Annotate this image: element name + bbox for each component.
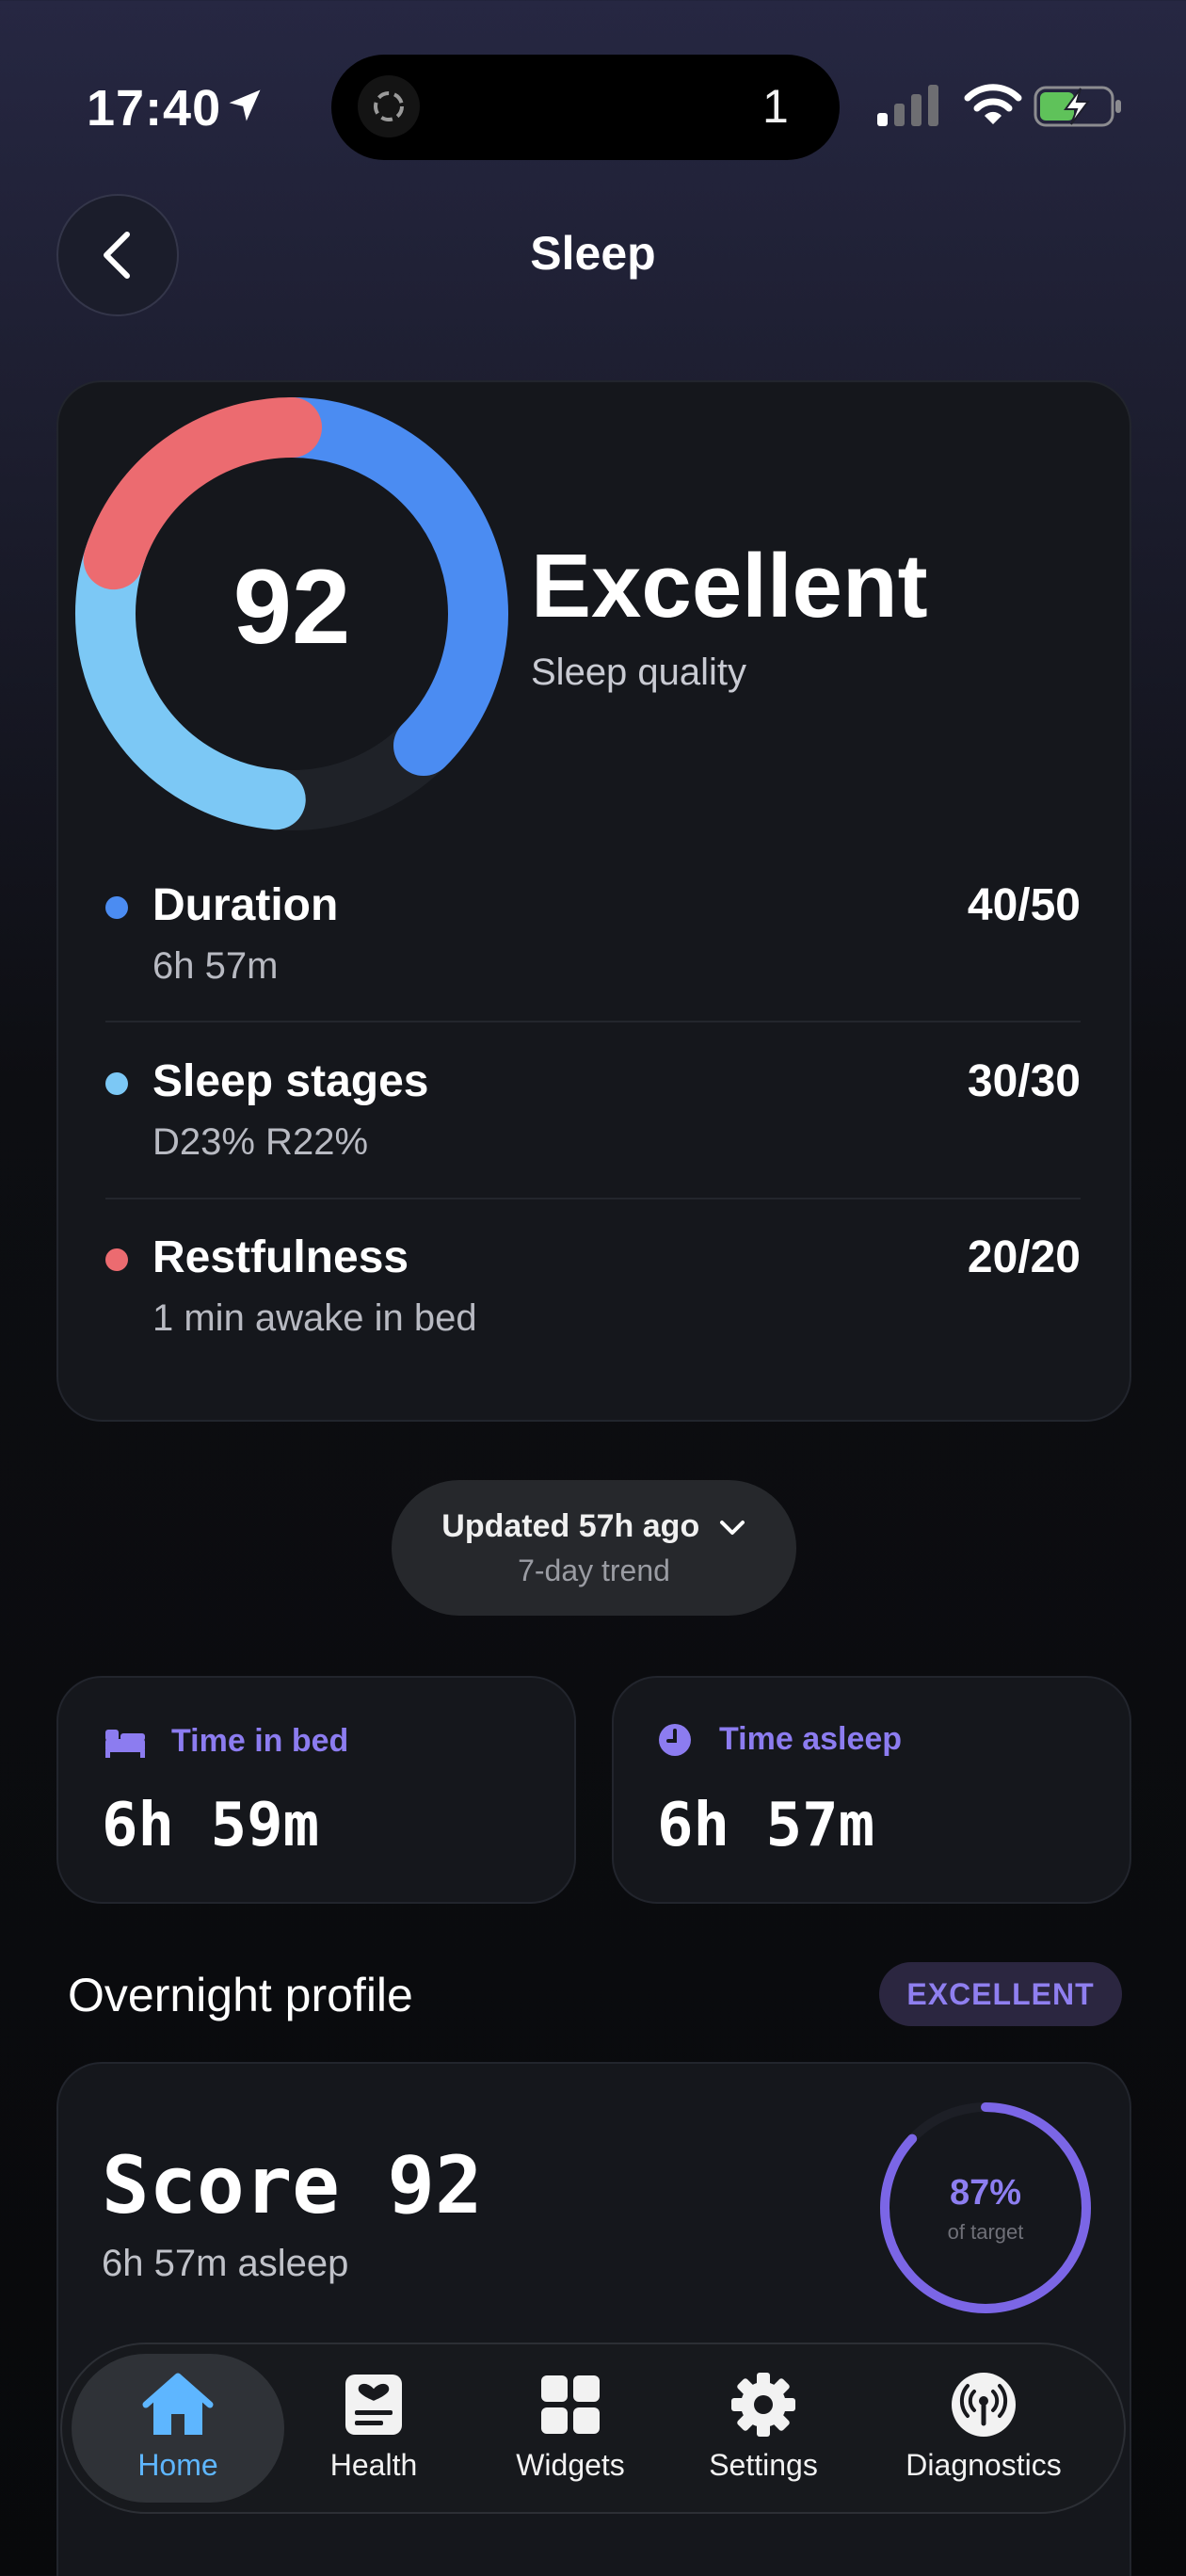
sleep-quality-label: Sleep quality (531, 652, 747, 693)
health-icon (345, 2375, 402, 2435)
wifi-icon (964, 84, 1022, 124)
profile-asleep: 6h 57m asleep (102, 2243, 349, 2284)
metric-detail: 1 min awake in bed (152, 1297, 477, 1339)
sleep-verdict: Excellent (531, 536, 928, 636)
metric-restfulness[interactable]: Restfulness 1 min awake in bed 20/20 (105, 1203, 1081, 1378)
cellular-signal-icon (877, 85, 938, 126)
status-badge: EXCELLENT (879, 1962, 1122, 2026)
tab-home[interactable]: Home (84, 2371, 272, 2483)
tile-label: Time in bed (171, 1723, 349, 1759)
metric-detail: 6h 57m (152, 945, 279, 987)
time-in-bed-header: Time in bed (104, 1723, 348, 1760)
chevron-down-icon (719, 1521, 745, 1536)
tab-label: Health (329, 2448, 418, 2482)
activity-indicator-icon (358, 75, 420, 137)
restfulness-dot (105, 1248, 128, 1271)
island-count: 1 (762, 80, 789, 133)
metric-duration[interactable]: Duration 6h 57m 40/50 (105, 851, 1081, 1026)
trend-label: 7-day trend (518, 1554, 670, 1587)
divider (105, 1198, 1081, 1199)
time-in-bed-value: 6h 59m (102, 1791, 320, 1860)
time-asleep-tile[interactable]: Time asleep 6h 57m (612, 1676, 1131, 1904)
updated-label: Updated 57h ago (392, 1508, 796, 1545)
metric-name: Sleep stages (152, 1056, 429, 1106)
bed-icon (105, 1729, 145, 1758)
battery-charging-icon (1034, 86, 1121, 127)
metric-detail: D23% R22% (152, 1121, 369, 1163)
gear-icon (731, 2373, 795, 2437)
tile-label: Time asleep (719, 1721, 903, 1757)
location-arrow-icon (229, 89, 261, 121)
stages-dot (105, 1072, 128, 1095)
tab-label: Settings (709, 2448, 818, 2482)
time-in-bed-tile[interactable]: Time in bed 6h 59m (56, 1676, 576, 1904)
updated-trend-button[interactable] (392, 1480, 796, 1616)
tab-diagnostics[interactable]: Diagnostics (890, 2371, 1078, 2483)
time-asleep-header: Time asleep (657, 1721, 902, 1758)
metric-score: 40/50 (967, 880, 1081, 930)
tab-label: Widgets (516, 2448, 625, 2482)
metric-score: 20/20 (967, 1232, 1081, 1282)
ring-segment-restfulness (83, 397, 322, 590)
target-label: of target (947, 2220, 1024, 2244)
tab-label: Diagnostics (906, 2448, 1062, 2482)
overnight-profile-title: Overnight profile (68, 1969, 413, 2021)
widgets-icon (541, 2375, 600, 2434)
target-percent: 87% (949, 2173, 1022, 2213)
tab-label: Home (137, 2448, 218, 2482)
tab-widgets[interactable]: Widgets (476, 2371, 665, 2483)
antenna-icon (952, 2373, 1016, 2437)
metric-name: Restfulness (152, 1232, 409, 1282)
page-title: Sleep (530, 227, 656, 280)
tab-health[interactable]: Health (280, 2371, 468, 2483)
metric-name: Duration (152, 880, 339, 930)
tab-settings[interactable]: Settings (669, 2371, 857, 2483)
home-icon (142, 2373, 214, 2435)
divider (105, 1021, 1081, 1022)
metric-score: 30/30 (967, 1056, 1081, 1106)
duration-dot (105, 896, 128, 919)
clock-icon (659, 1723, 691, 1756)
time-asleep-value: 6h 57m (657, 1791, 875, 1860)
status-time: 17:40 (87, 80, 222, 137)
updated-text: Updated 57h ago (441, 1508, 700, 1544)
metric-sleep-stages[interactable]: Sleep stages D23% R22% 30/30 (105, 1027, 1081, 1202)
profile-score: Score 92 (102, 2139, 483, 2231)
sleep-score-value: 92 (232, 548, 351, 666)
